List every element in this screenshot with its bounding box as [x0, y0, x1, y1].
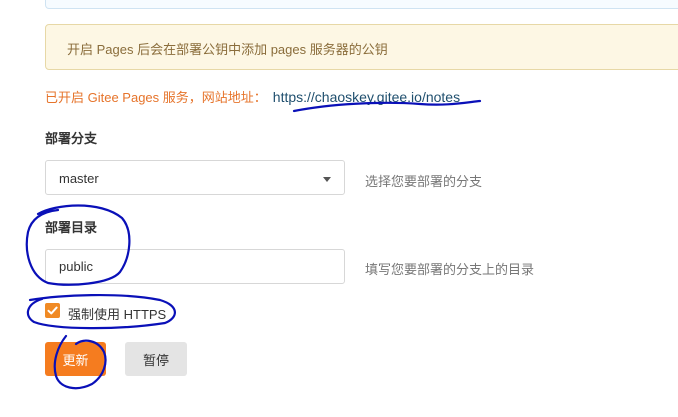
top-form-box — [45, 0, 678, 9]
directory-hint: 填写您要部署的分支上的目录 — [365, 262, 535, 277]
pause-button[interactable]: 暂停 — [125, 342, 187, 376]
directory-label: 部署目录 — [45, 220, 98, 235]
force-https-label[interactable]: 强制使用 HTTPS — [68, 304, 166, 323]
notice-text: 开启 Pages 后会在部署公钥中添加 pages 服务器的公钥 — [67, 42, 388, 57]
branch-select-value: master — [59, 171, 99, 186]
checkmark-icon — [47, 306, 58, 315]
pages-status: 已开启 Gitee Pages 服务，网站地址： https://chaoskey… — [45, 87, 460, 106]
site-url-link[interactable]: https://chaoskey.gitee.io/notes — [273, 89, 460, 105]
update-button[interactable]: 更新 — [45, 342, 106, 376]
branch-hint: 选择您要部署的分支 — [365, 174, 483, 189]
force-https-checkbox[interactable] — [45, 303, 60, 318]
status-label: 已开启 Gitee Pages 服务，网站地址： — [45, 90, 267, 105]
chevron-down-icon — [323, 177, 331, 182]
branch-select[interactable]: master — [45, 160, 345, 195]
notice-banner: 开启 Pages 后会在部署公钥中添加 pages 服务器的公钥 — [45, 24, 678, 70]
branch-label: 部署分支 — [45, 131, 98, 146]
directory-input[interactable] — [45, 249, 345, 284]
